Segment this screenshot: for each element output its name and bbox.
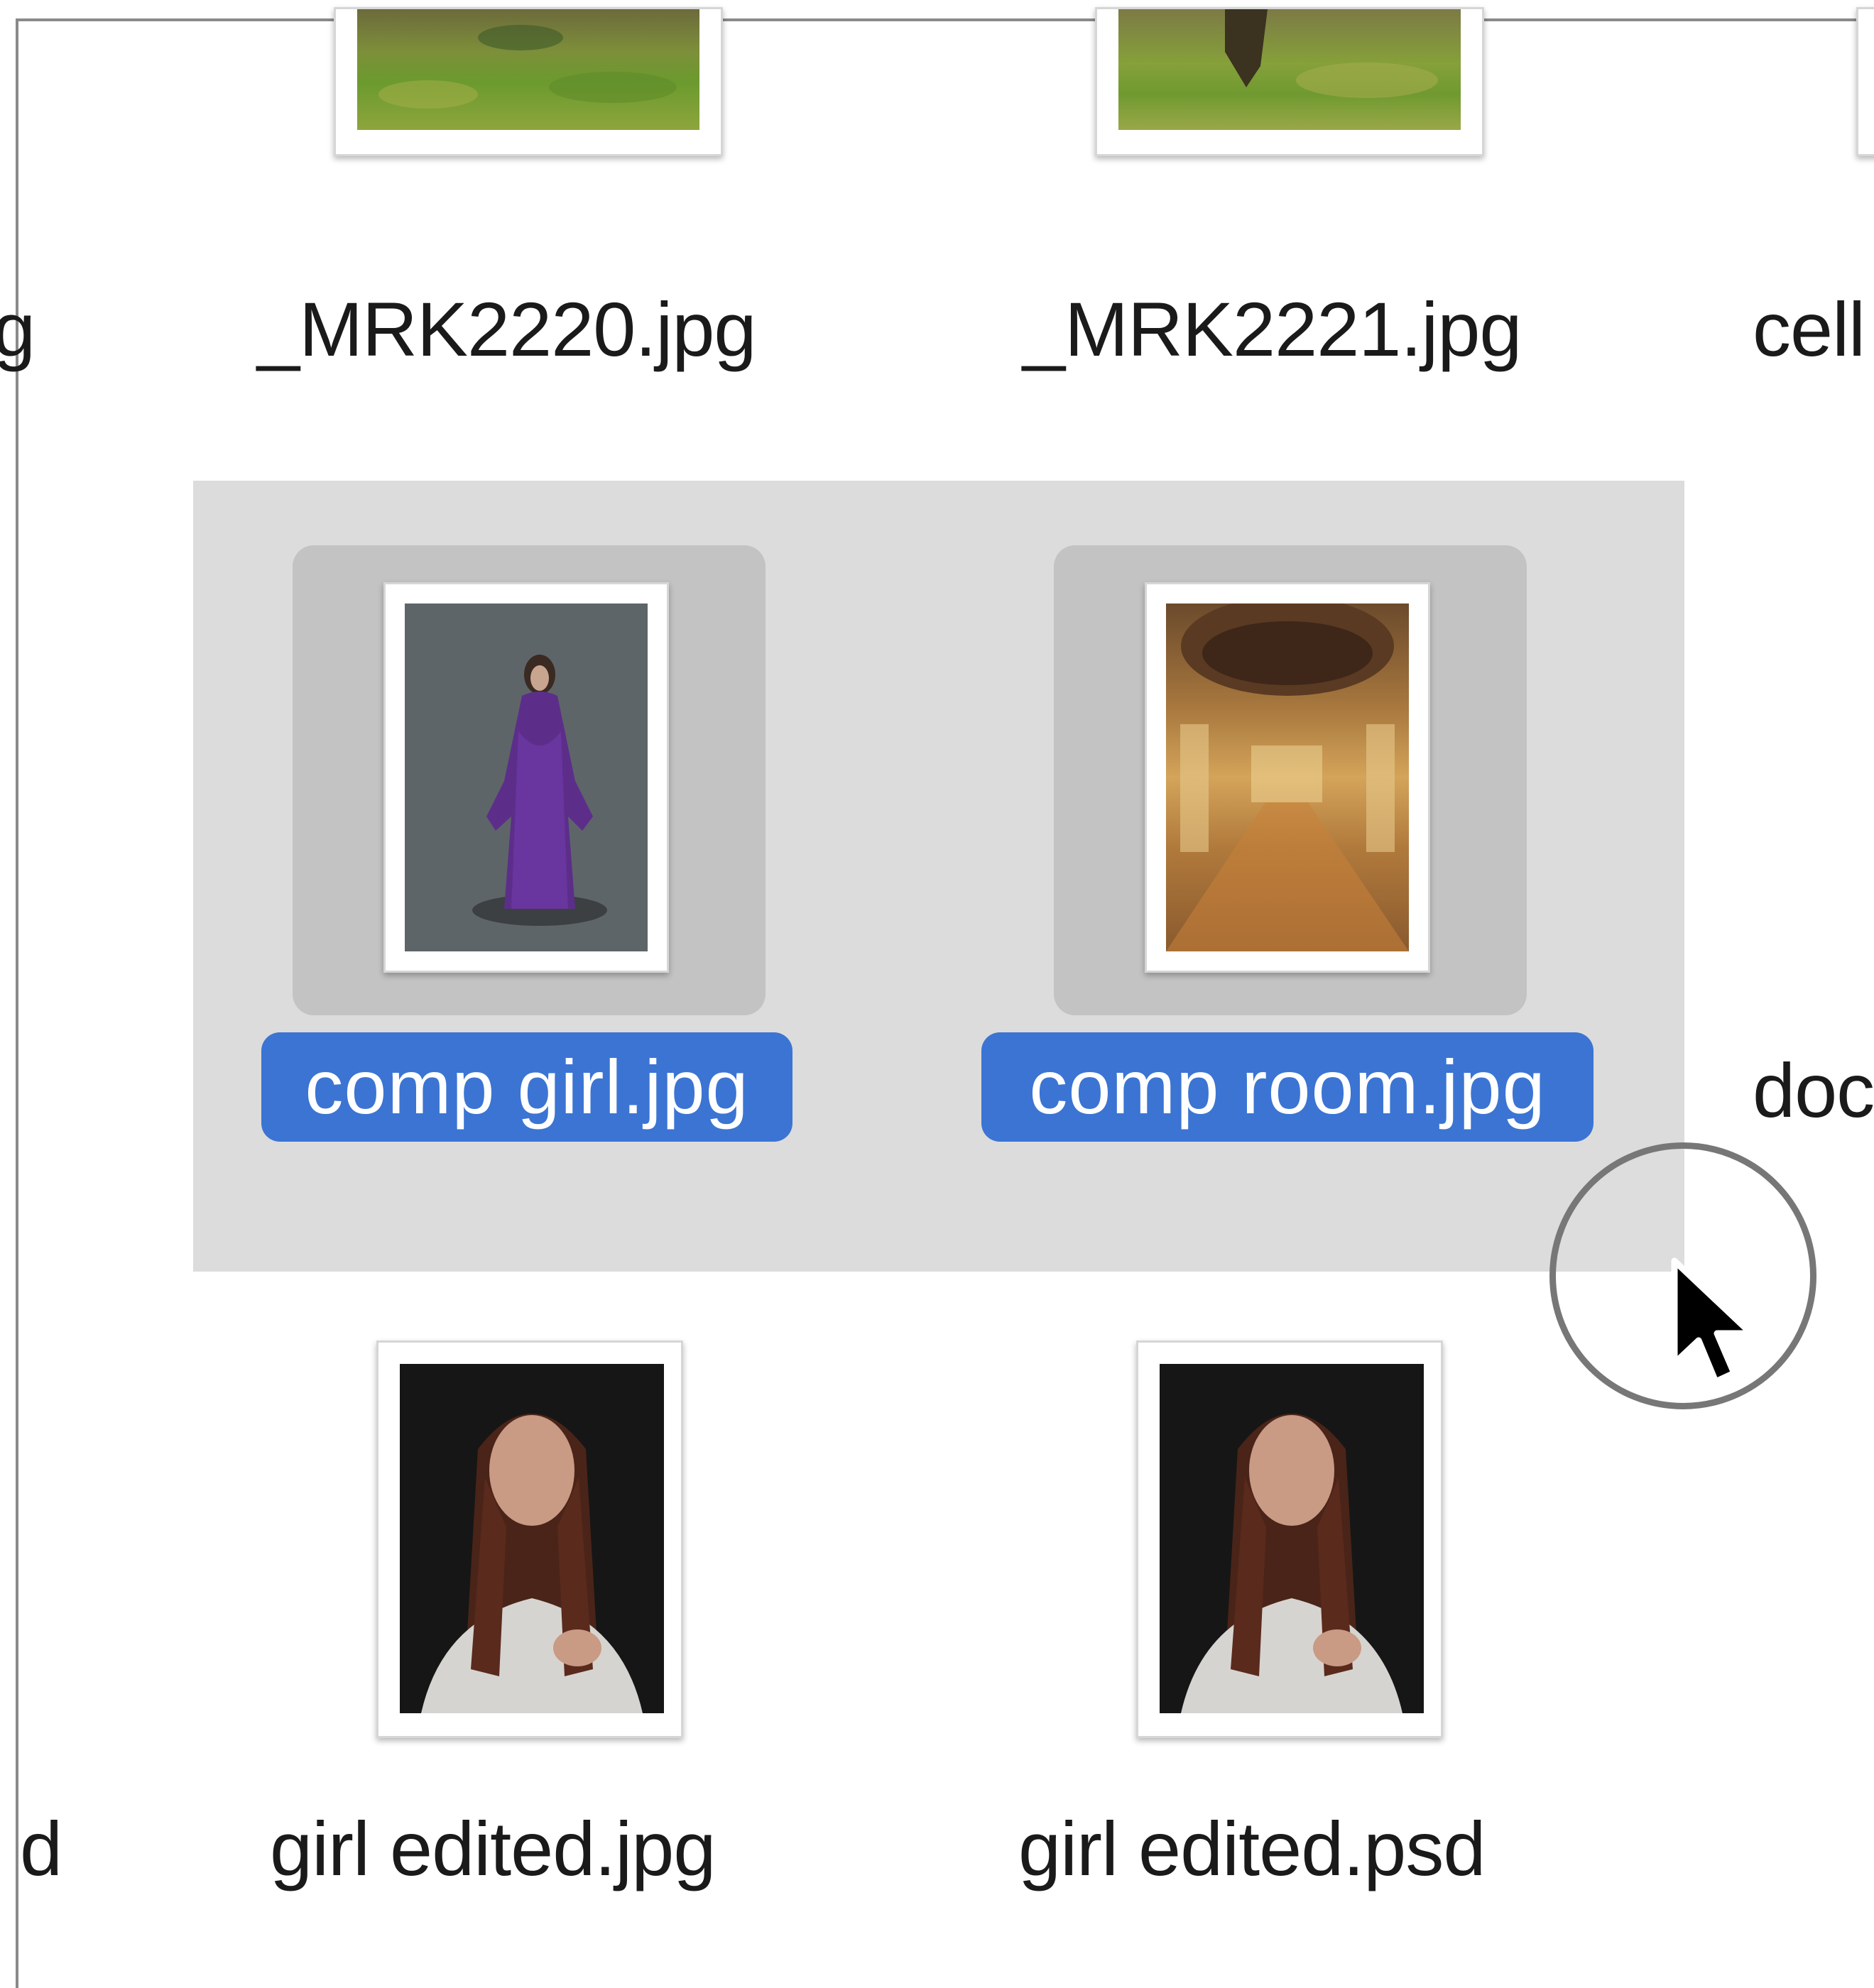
file-name-partial-left-row3: d	[20, 1806, 62, 1891]
girl-purple-dress-photo	[405, 604, 648, 951]
file-name-cell[interactable]: cell	[1753, 291, 1865, 368]
file-name-doc[interactable]: doc	[1753, 1052, 1874, 1129]
portrait-photo	[1160, 1364, 1424, 1713]
file-thumbnail-girl-edited-psd[interactable]	[1136, 1340, 1443, 1738]
file-name-partial-left-row1: g	[0, 286, 36, 372]
file-name-girl-edited-jpg[interactable]: girl edited.jpg	[270, 1810, 716, 1887]
arrow-pointer-icon	[1671, 1257, 1755, 1385]
portrait-photo	[400, 1364, 664, 1713]
grass-photo	[357, 9, 699, 130]
file-thumbnail-mrk2220[interactable]	[334, 7, 723, 156]
file-thumbnail-comp-girl[interactable]	[383, 582, 669, 973]
finder-icon-view: g _MRK2220.jpg _MRK2221.jpg cell comp gi…	[0, 0, 1874, 1988]
file-name-mrk2221[interactable]: _MRK2221.jpg	[1023, 291, 1522, 368]
file-thumbnail-comp-room[interactable]	[1145, 582, 1430, 973]
file-name-girl-edited-psd[interactable]: girl edited.psd	[1018, 1810, 1486, 1887]
ornate-hall-photo	[1166, 604, 1409, 951]
file-name-comp-room[interactable]: comp room.jpg	[981, 1032, 1594, 1142]
file-name-mrk2220[interactable]: _MRK2220.jpg	[257, 291, 756, 368]
window-top-border	[16, 18, 1874, 21]
file-thumbnail-cell[interactable]	[1856, 7, 1874, 156]
file-thumbnail-mrk2221[interactable]	[1095, 7, 1484, 156]
file-thumbnail-girl-edited-jpg[interactable]	[376, 1340, 683, 1738]
file-name-comp-girl[interactable]: comp girl.jpg	[261, 1032, 792, 1142]
tree-grass-photo	[1118, 9, 1461, 130]
